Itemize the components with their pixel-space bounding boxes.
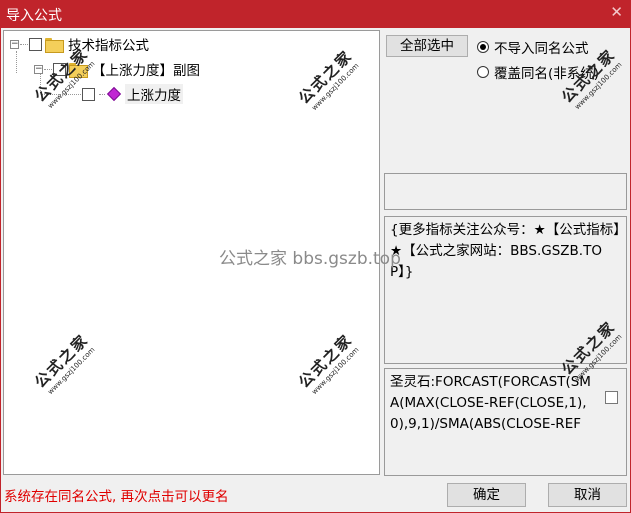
- cancel-button[interactable]: 取消: [548, 483, 627, 507]
- empty-field[interactable]: [384, 173, 627, 210]
- radio-skip-label: 不导入同名公式: [494, 41, 589, 57]
- leaf-checkbox[interactable]: [82, 87, 95, 101]
- tree-label-leaf: 上涨力度: [125, 84, 183, 104]
- collapse-icon[interactable]: −: [34, 64, 43, 74]
- select-all-button[interactable]: 全部选中: [386, 35, 468, 57]
- window-title: 导入公式: [6, 8, 62, 24]
- radio-overwrite-label: 覆盖同名(非系统): [494, 66, 600, 82]
- collapse-icon[interactable]: −: [10, 39, 19, 49]
- confirm-button[interactable]: 确定: [447, 483, 526, 507]
- radio-overwrite[interactable]: 覆盖同名(非系统): [477, 62, 599, 82]
- radio-dot-checked[interactable]: [477, 41, 489, 53]
- formula-text: 圣灵石:FORCAST(FORCAST(SMA(MAX(CLOSE-REF(CL…: [390, 374, 591, 432]
- dialog-body: − 技术指标公式 − 【上涨力度】副图 上涨力度 公式之家 www.gszj10…: [0, 28, 631, 513]
- radio-skip-duplicates[interactable]: 不导入同名公式: [477, 37, 589, 57]
- tree-guide-line: [16, 51, 17, 73]
- description-text: {更多指标关注公众号：★【公式指标】★【公式之家网站：BBS.GSZB.TOP】…: [390, 222, 620, 280]
- tree-node-child[interactable]: − 【上涨力度】副图: [34, 59, 202, 79]
- formula-checkbox[interactable]: [605, 391, 618, 404]
- watermark-stamp: 公式之家 www.gszj100.com: [295, 330, 361, 397]
- status-message: 系统存在同名公式, 再次点击可以更名: [4, 489, 229, 505]
- formula-panel: 圣灵石:FORCAST(FORCAST(SMA(MAX(CLOSE-REF(CL…: [384, 368, 627, 476]
- formula-gem-icon: [106, 86, 122, 102]
- tree-label-root: 技术指标公式: [68, 38, 149, 54]
- formula-tree[interactable]: − 技术指标公式 − 【上涨力度】副图 上涨力度 公式之家 www.gszj10…: [3, 30, 380, 475]
- folder-icon: [69, 62, 88, 78]
- root-checkbox[interactable]: [29, 37, 42, 51]
- tree-node-leaf[interactable]: 上涨力度: [40, 84, 183, 104]
- child-checkbox[interactable]: [53, 62, 66, 76]
- close-icon[interactable]: ✕: [610, 3, 623, 21]
- title-bar: 导入公式 ✕: [0, 0, 631, 28]
- description-panel: {更多指标关注公众号：★【公式指标】★【公式之家网站：BBS.GSZB.TOP】…: [384, 216, 627, 364]
- folder-icon: [45, 37, 64, 53]
- watermark-stamp: 公式之家 www.gszj100.com: [295, 46, 361, 113]
- tree-label-child: 【上涨力度】副图: [92, 63, 200, 79]
- radio-dot[interactable]: [477, 66, 489, 78]
- watermark-stamp: 公式之家 www.gszj100.com: [31, 330, 97, 397]
- tree-node-root[interactable]: − 技术指标公式: [10, 34, 151, 54]
